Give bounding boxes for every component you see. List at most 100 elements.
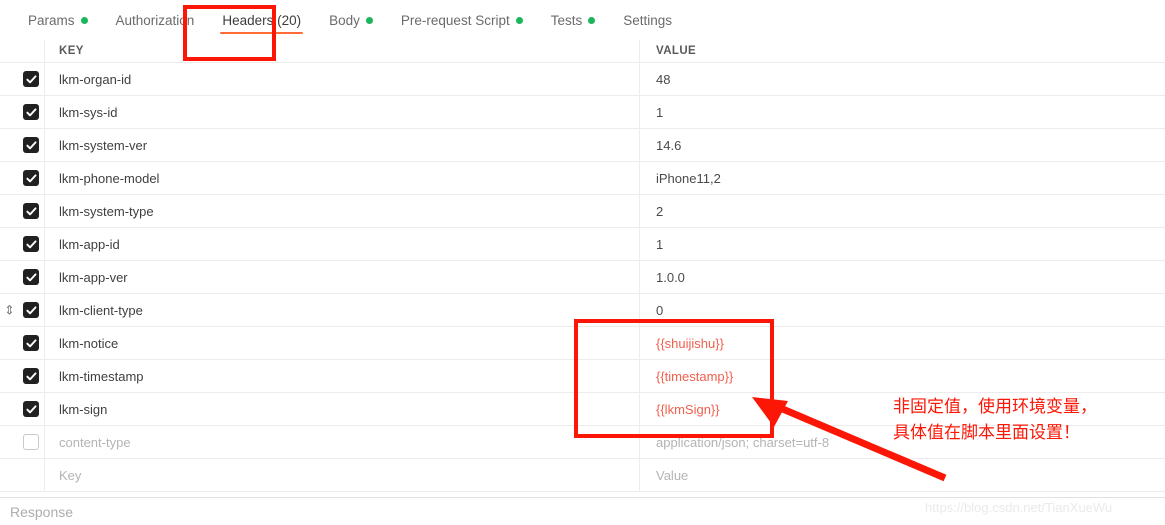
tab-status-dot-icon (588, 16, 596, 24)
header-value: VALUE (656, 45, 697, 57)
table-row[interactable]: Key Value (0, 459, 1165, 492)
row-checkbox-cell (0, 96, 45, 128)
row-key[interactable]: content-type (45, 426, 640, 458)
tab-status-dot-icon (365, 16, 373, 24)
table-row[interactable]: lkm-app-id 1 (0, 228, 1165, 261)
table-row[interactable]: lkm-app-ver 1.0.0 (0, 261, 1165, 294)
row-key[interactable]: lkm-notice (45, 327, 640, 359)
check-icon (25, 239, 36, 248)
response-divider (0, 497, 1165, 498)
tab-body[interactable]: Body (315, 0, 387, 40)
row-checkbox[interactable] (23, 203, 39, 219)
tab-label: Headers (20) (222, 12, 302, 28)
request-editor-pane: Params Authorization Headers (20) Body Pre-r… (0, 0, 1165, 525)
row-value[interactable]: Value (640, 459, 1165, 491)
table-row[interactable]: lkm-sys-id 1 (0, 96, 1165, 129)
table-row[interactable]: lkm-notice {{shuijishu}} (0, 327, 1165, 360)
row-checkbox[interactable] (23, 137, 39, 153)
check-icon (25, 173, 36, 182)
annotation-note-line1: 非固定值，使用环境变量， (893, 397, 1097, 417)
annotation-note: 非固定值，使用环境变量， 具体值在脚本里面设置！ (893, 395, 1097, 446)
tab-status-dot-icon (515, 16, 523, 24)
tab-authorization[interactable]: Authorization (102, 0, 209, 40)
row-value[interactable]: 14.6 (640, 129, 1165, 161)
row-checkbox-cell (0, 261, 45, 293)
check-icon (25, 305, 36, 314)
row-checkbox[interactable] (23, 269, 39, 285)
row-value[interactable]: 2 (640, 195, 1165, 227)
row-checkbox-cell: ⇕ (0, 294, 45, 326)
table-row[interactable]: lkm-system-ver 14.6 (0, 129, 1165, 162)
row-checkbox[interactable] (23, 71, 39, 87)
header-key: KEY (45, 40, 640, 62)
tab-label: Body (329, 12, 360, 28)
row-checkbox-cell (0, 459, 45, 491)
row-value[interactable]: {{timestamp}} (640, 360, 1165, 392)
row-checkbox[interactable] (23, 401, 39, 417)
row-key[interactable]: lkm-timestamp (45, 360, 640, 392)
check-icon (25, 404, 36, 413)
row-checkbox-cell (0, 327, 45, 359)
row-key[interactable]: lkm-system-ver (45, 129, 640, 161)
row-checkbox[interactable] (23, 104, 39, 120)
row-key[interactable]: lkm-app-ver (45, 261, 640, 293)
table-row[interactable]: lkm-timestamp {{timestamp}} (0, 360, 1165, 393)
tab-label: Pre-request Script (400, 12, 510, 28)
check-icon (25, 74, 36, 83)
tab-tests[interactable]: Tests (537, 0, 610, 40)
row-checkbox-cell (0, 129, 45, 161)
row-checkbox[interactable] (23, 170, 39, 186)
header-checkbox-cell (0, 40, 45, 62)
row-key[interactable]: lkm-phone-model (45, 162, 640, 194)
row-value[interactable]: 0 (640, 294, 1165, 326)
row-checkbox[interactable] (23, 335, 39, 351)
tab-status-dot-icon (80, 16, 88, 24)
row-key[interactable]: lkm-organ-id (45, 63, 640, 95)
row-checkbox[interactable] (23, 368, 39, 384)
row-checkbox-cell (0, 195, 45, 227)
tab-label: Params (28, 12, 75, 28)
row-value[interactable]: iPhone11,2 (640, 162, 1165, 194)
row-value[interactable]: 1 (640, 228, 1165, 260)
row-checkbox-cell (0, 63, 45, 95)
row-key[interactable]: lkm-client-type (45, 294, 640, 326)
response-label: Response (10, 504, 74, 520)
tab-label: Tests (550, 12, 583, 28)
request-tabbar: Params Authorization Headers (20) Body Pre-r… (0, 0, 1165, 40)
annotation-note-line2: 具体值在脚本里面设置！ (893, 422, 1080, 443)
row-value[interactable]: 1 (640, 96, 1165, 128)
table-row[interactable]: lkm-phone-model iPhone11,2 (0, 162, 1165, 195)
row-checkbox-cell (0, 228, 45, 260)
row-key[interactable]: Key (45, 459, 640, 491)
row-key[interactable]: lkm-app-id (45, 228, 640, 260)
row-key[interactable]: lkm-system-type (45, 195, 640, 227)
row-key[interactable]: lkm-sign (45, 393, 640, 425)
check-icon (25, 338, 36, 347)
row-value[interactable]: 1.0.0 (640, 261, 1165, 293)
check-icon (25, 107, 36, 116)
tab-label: Authorization (115, 12, 195, 28)
drag-handle-icon[interactable]: ⇕ (4, 304, 15, 317)
check-icon (25, 272, 36, 281)
row-checkbox-cell (0, 360, 45, 392)
tab-pre-request-script[interactable]: Pre-request Script (387, 0, 537, 40)
row-checkbox-cell (0, 162, 45, 194)
tab-label: Settings (623, 12, 672, 28)
check-icon (25, 140, 36, 149)
row-checkbox[interactable] (23, 302, 39, 318)
row-checkbox[interactable] (23, 434, 39, 450)
row-value[interactable]: {{shuijishu}} (640, 327, 1165, 359)
tab-params[interactable]: Params (14, 0, 102, 40)
table-row[interactable]: lkm-system-type 2 (0, 195, 1165, 228)
tab-headers-20[interactable]: Headers (20) (208, 0, 315, 40)
active-tab-underline (220, 31, 304, 34)
table-row[interactable]: lkm-organ-id 48 (0, 63, 1165, 96)
watermark: https://blog.csdn.net/TianXueWu (925, 500, 1113, 515)
row-checkbox-cell (0, 393, 45, 425)
check-icon (25, 371, 36, 380)
row-key[interactable]: lkm-sys-id (45, 96, 640, 128)
table-row[interactable]: ⇕ lkm-client-type 0 (0, 294, 1165, 327)
row-value[interactable]: 48 (640, 63, 1165, 95)
row-checkbox[interactable] (23, 236, 39, 252)
tab-settings[interactable]: Settings (609, 0, 686, 40)
